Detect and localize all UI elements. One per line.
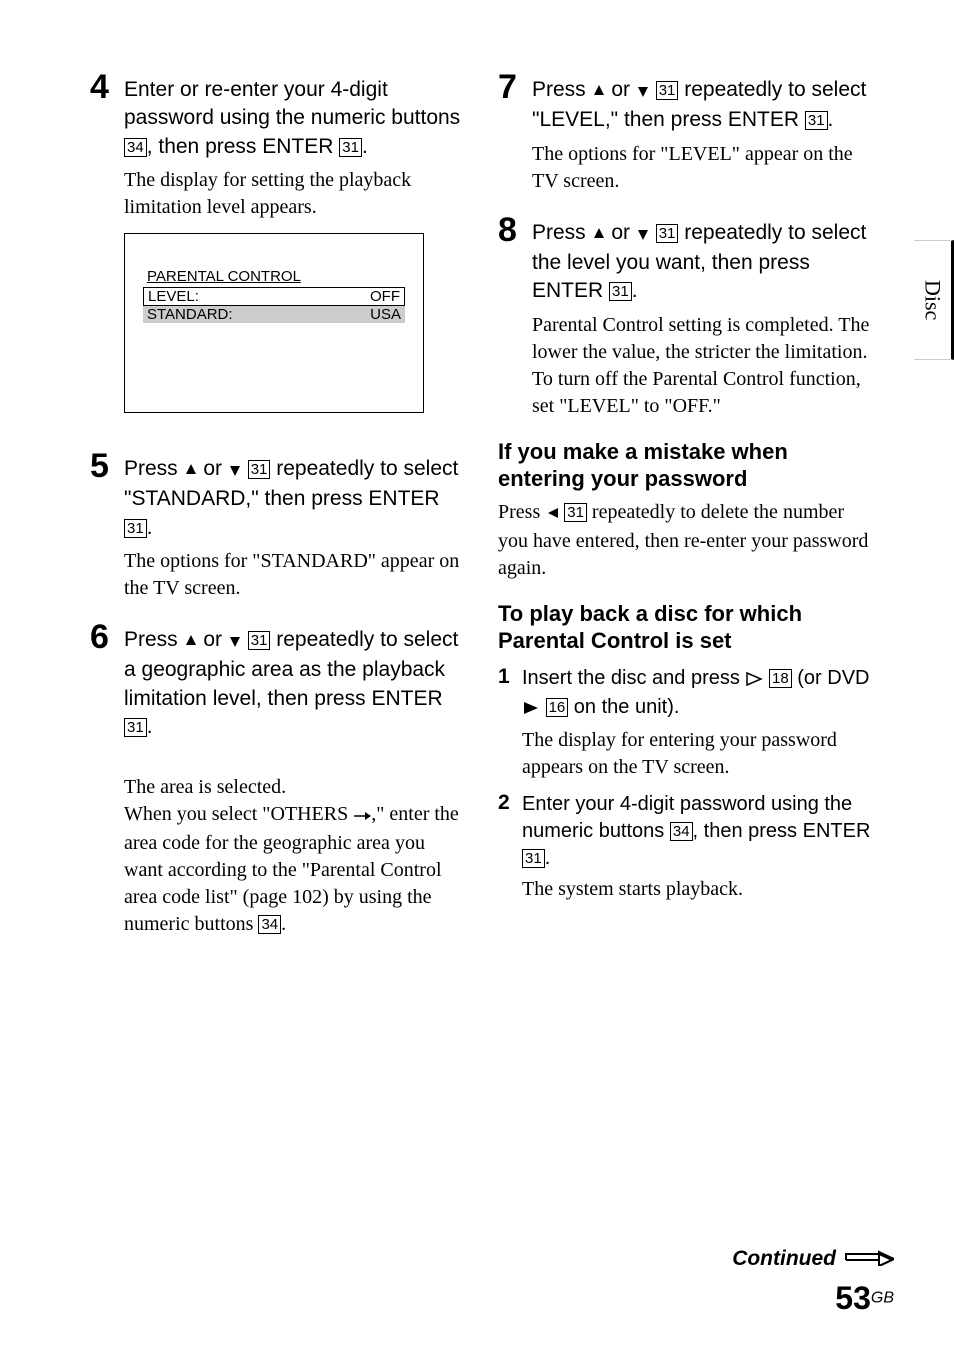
continued-arrow-icon — [844, 1246, 894, 1272]
step-number: 6 — [90, 620, 112, 654]
section-tab-disc: Disc — [914, 240, 954, 360]
step-detail: The display for entering your password a… — [522, 727, 874, 781]
play-solid-icon — [522, 696, 540, 723]
button-ref-34: 34 — [670, 822, 693, 841]
continued-indicator: Continued — [732, 1246, 894, 1272]
page-footer: Continued 53GB — [732, 1246, 894, 1317]
step-instruction: Press or 31 repeatedly to select "STANDA… — [124, 455, 466, 542]
step-detail: The area is selected. When you select "O… — [124, 747, 466, 938]
button-ref-31: 31 — [248, 460, 271, 479]
up-arrow-icon — [184, 628, 198, 656]
up-arrow-icon — [184, 457, 198, 485]
step-number: 8 — [498, 213, 520, 247]
screen-title: PARENTAL CONTROL — [143, 268, 405, 285]
down-arrow-icon — [228, 457, 242, 485]
step-detail: The options for "STANDARD" appear on the… — [124, 548, 466, 602]
step-number: 5 — [90, 449, 112, 483]
page-number: 53GB — [732, 1280, 894, 1317]
button-ref-31: 31 — [248, 631, 271, 650]
step-instruction: Press or 31 repeatedly to select a geogr… — [124, 626, 466, 741]
right-arrow-icon — [353, 803, 371, 830]
button-ref-31: 31 — [805, 111, 828, 130]
button-ref-34: 34 — [258, 915, 281, 934]
right-column: 7 Press or 31 repeatedly to select "LEVE… — [498, 70, 894, 956]
button-ref-18: 18 — [769, 669, 792, 688]
playback-heading: To play back a disc for which Parental C… — [498, 600, 874, 655]
button-ref-34: 34 — [124, 138, 147, 157]
playback-step-1: 1 Insert the disc and press 18 (or DVD 1… — [498, 665, 874, 781]
mistake-text: Press 31 repeatedly to delete the number… — [498, 499, 874, 582]
screen-row-standard: STANDARD: USA — [143, 306, 405, 323]
button-ref-31: 31 — [522, 849, 545, 868]
down-arrow-icon — [636, 78, 650, 106]
left-column: 4 Enter or re-enter your 4-digit passwor… — [60, 70, 466, 956]
button-ref-31: 31 — [564, 503, 587, 522]
step-detail: The options for "LEVEL" appear on the TV… — [532, 141, 874, 195]
button-ref-31: 31 — [656, 81, 679, 100]
step-8: 8 Press or 31 repeatedly to select the l… — [498, 213, 874, 420]
step-number: 1 — [498, 665, 512, 689]
button-ref-31: 31 — [339, 138, 362, 157]
up-arrow-icon — [592, 221, 606, 249]
step-7: 7 Press or 31 repeatedly to select "LEVE… — [498, 70, 874, 195]
step-instruction: Insert the disc and press 18 (or DVD 16 … — [522, 665, 874, 723]
playback-step-2: 2 Enter your 4-digit password using the … — [498, 791, 874, 903]
step-6: 6 Press or 31 repeatedly to select a geo… — [90, 620, 466, 938]
step-detail: The system starts playback. — [522, 876, 874, 903]
step-instruction: Enter your 4-digit password using the nu… — [522, 791, 874, 872]
step-number: 7 — [498, 70, 520, 104]
step-4: 4 Enter or re-enter your 4-digit passwor… — [90, 70, 466, 431]
button-ref-31: 31 — [656, 224, 679, 243]
play-outline-icon — [745, 667, 763, 694]
screen-row-level: LEVEL: OFF — [143, 287, 405, 306]
button-ref-31: 31 — [124, 718, 147, 737]
step-detail: Parental Control setting is completed. T… — [532, 312, 874, 420]
button-ref-16: 16 — [546, 698, 569, 717]
step-number: 4 — [90, 70, 112, 104]
step-detail: The display for setting the playback lim… — [124, 167, 466, 221]
down-arrow-icon — [636, 221, 650, 249]
step-instruction: Press or 31 repeatedly to select "LEVEL,… — [532, 76, 874, 135]
mistake-heading: If you make a mistake when entering your… — [498, 438, 874, 493]
left-arrow-icon — [545, 501, 559, 528]
up-arrow-icon — [592, 78, 606, 106]
down-arrow-icon — [228, 628, 242, 656]
step-5: 5 Press or 31 repeatedly to select "STAN… — [90, 449, 466, 602]
step-number: 2 — [498, 791, 512, 815]
parental-control-screen: PARENTAL CONTROL LEVEL: OFF STANDARD: US… — [124, 233, 424, 413]
button-ref-31: 31 — [124, 519, 147, 538]
step-instruction: Press or 31 repeatedly to select the lev… — [532, 219, 874, 306]
button-ref-31: 31 — [609, 282, 632, 301]
step-instruction: Enter or re-enter your 4-digit password … — [124, 76, 466, 161]
